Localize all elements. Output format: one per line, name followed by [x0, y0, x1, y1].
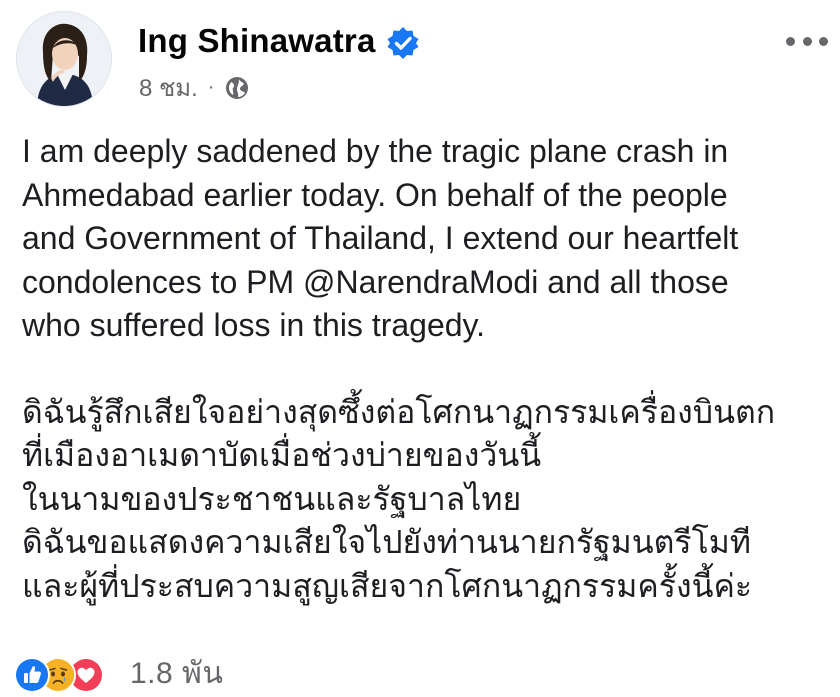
- post-text-line: ในนามของประชาชนและรัฐบาลไทย: [22, 480, 522, 517]
- post-text-line: ดิฉันขอแสดงความเสียใจไปยังท่านนายกรัฐมนต…: [22, 524, 751, 560]
- post-text-line: and Government of Thailand, I extend our…: [22, 220, 739, 256]
- post-body: I am deeply saddened by the tragic plane…: [22, 130, 832, 608]
- globe-icon[interactable]: [224, 75, 250, 101]
- post-text-line: ที่เมืองอาเมดาบัดเมื่อช่วงบ่ายของวันนี้: [22, 437, 542, 473]
- like-reaction-icon: [14, 657, 50, 693]
- post-text-line: I am deeply saddened by the tragic plane…: [22, 133, 729, 169]
- more-options-icon[interactable]: [786, 30, 828, 52]
- reaction-count[interactable]: 1.8 พัน: [130, 650, 223, 697]
- more-dot: [786, 36, 795, 46]
- thai-paragraph: ดิฉันรู้สึกเสียใจอย่างสุดซึ้งต่อโศกนาฏกร…: [22, 391, 832, 609]
- post-text-line: และผู้ที่ประสบความสูญเสียจากโศกนาฏกรรมคร…: [22, 567, 753, 604]
- post-text-line: ดิฉันรู้สึกเสียใจอย่างสุดซึ้งต่อโศกนาฏกร…: [22, 393, 776, 430]
- english-paragraph: I am deeply saddened by the tragic plane…: [22, 130, 832, 348]
- author-avatar[interactable]: [16, 11, 112, 107]
- more-dot: [802, 36, 812, 46]
- meta-separator: ·: [207, 76, 215, 98]
- post-text-line: condolences to PM @NarendraModi and all …: [22, 263, 729, 300]
- reaction-icons: [14, 655, 126, 693]
- post-header: Ing Shinawatra 8 ชม. ·: [0, 0, 840, 120]
- more-dot: [819, 36, 828, 46]
- post-meta: 8 ชม. ·: [139, 68, 250, 107]
- author-name[interactable]: Ing Shinawatra: [138, 22, 376, 60]
- reactions-bar[interactable]: 1.8 พัน: [14, 655, 223, 693]
- post-timestamp[interactable]: 8 ชม.: [139, 68, 198, 107]
- post-text-line: who suffered loss in this tragedy.: [22, 307, 486, 343]
- verified-badge-icon: [386, 26, 420, 60]
- post-text-line: Ahmedabad earlier today. On behalf of th…: [22, 176, 728, 213]
